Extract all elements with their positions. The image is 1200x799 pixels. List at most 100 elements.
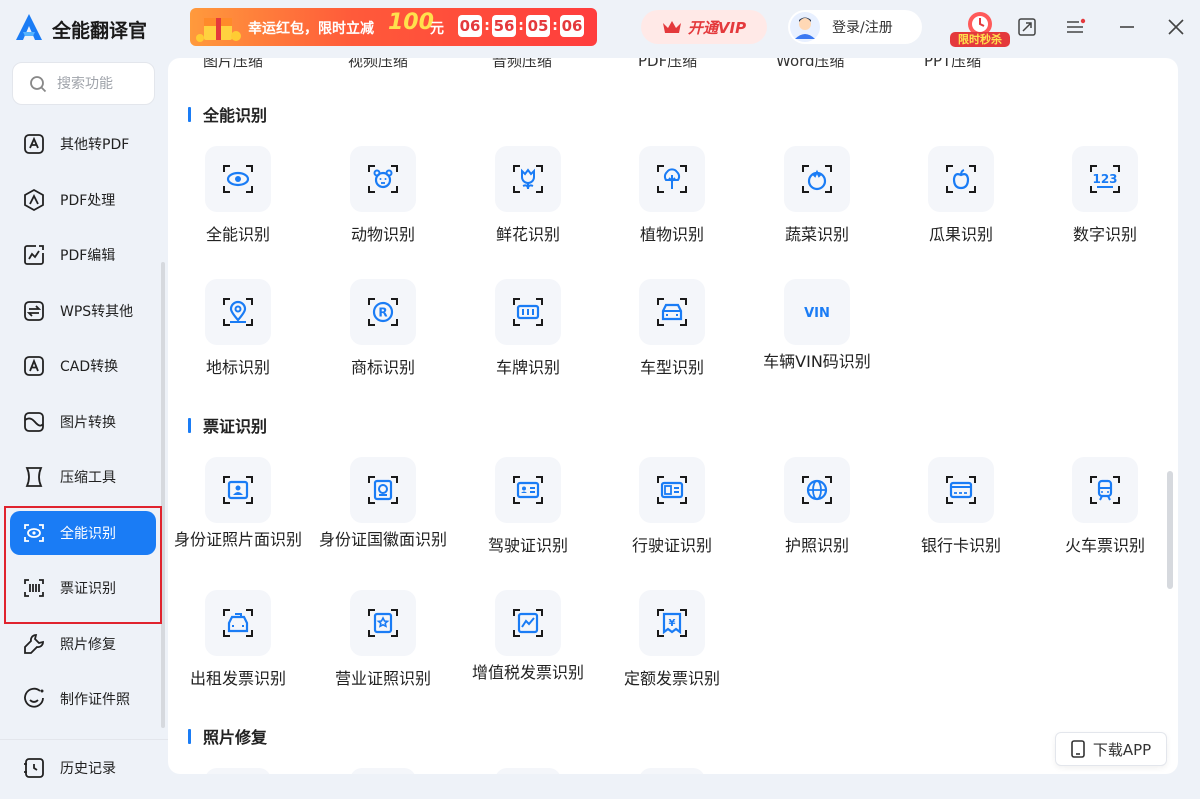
yuan-glyph: ¥ (669, 618, 676, 629)
vat-invoice-icon (513, 609, 543, 637)
red-envelope-icon (196, 18, 241, 42)
flash-sale-icon[interactable]: 限时秒杀 (948, 8, 1012, 48)
tool-plant-recognition[interactable]: 植物识别 (602, 146, 742, 245)
tool-business-license-recognition[interactable]: 营业证照识别 (313, 590, 453, 689)
tool-icon-partial[interactable] (639, 768, 705, 774)
tool-flower-recognition[interactable]: 鲜花识别 (458, 146, 598, 245)
tool-animal-recognition[interactable]: 动物识别 (313, 146, 453, 245)
tool-vat-invoice-recognition[interactable]: 增值税发票识别 (458, 590, 598, 683)
sidebar-divider (0, 739, 168, 740)
tool-label[interactable]: PDF压缩 (638, 58, 697, 71)
tool-train-ticket-recognition[interactable]: 火车票识别 (1035, 457, 1175, 556)
tool-taxi-invoice-recognition[interactable]: 出租发票识别 (168, 590, 308, 689)
menu-button[interactable] (1064, 16, 1086, 38)
tool-vehicle-license-recognition[interactable]: 行驶证识别 (602, 457, 742, 556)
digits-glyph: 123 (1092, 172, 1117, 186)
sidebar-item-label: 票证识别 (60, 581, 116, 597)
sidebar-item-pdf-process[interactable]: PDF处理 (10, 178, 156, 222)
sidebar-scrollbar[interactable] (161, 262, 165, 728)
smile-face-icon (24, 687, 44, 708)
sidebar-item-label: 照片修复 (60, 636, 116, 653)
tool-icon-partial[interactable] (495, 768, 561, 774)
tool-quota-invoice-recognition[interactable]: ¥ 定额发票识别 (602, 590, 742, 689)
vehicle-license-icon (657, 476, 687, 504)
sidebar-item-label: 全能识别 (60, 525, 116, 542)
trademark-icon: R (368, 298, 398, 326)
timer-frames: 06 (560, 15, 584, 37)
search-box[interactable] (12, 62, 155, 105)
location-icon (223, 298, 253, 326)
section-title-photo-repair: 照片修复 (188, 724, 267, 748)
sidebar-item-cad-convert[interactable]: CAD转换 (10, 344, 156, 388)
tool-license-plate-recognition[interactable]: 车牌识别 (458, 279, 598, 378)
promo-unit: 元 (430, 21, 444, 37)
tool-trademark-recognition[interactable]: R 商标识别 (313, 279, 453, 378)
search-input[interactable] (57, 75, 147, 92)
minimize-button[interactable] (1116, 16, 1138, 38)
minimize-icon (1120, 26, 1134, 28)
sidebar-item-photo-repair[interactable]: 照片修复 (10, 622, 156, 666)
promo-banner[interactable]: 幸运红包，限时立减 100 元 06 : 56 : 05 : 06 (190, 8, 597, 46)
sidebar-item-label: PDF处理 (60, 192, 116, 209)
wrench-icon (24, 633, 44, 654)
tool-car-model-recognition[interactable]: 车型识别 (602, 279, 742, 378)
cad-icon (24, 356, 44, 376)
download-app-button[interactable]: 下载APP (1055, 732, 1167, 766)
tool-label: 驾驶证识别 (487, 536, 568, 555)
tool-vegetable-recognition[interactable]: 蔬菜识别 (747, 146, 887, 245)
open-vip-button[interactable]: 开通VIP (641, 10, 767, 44)
tool-id-card-emblem-recognition[interactable]: 身份证国徽面识别 (313, 457, 453, 550)
mini-mode-button[interactable] (1016, 16, 1038, 38)
tool-passport-recognition[interactable]: 护照识别 (747, 457, 887, 556)
shrink-icon (1018, 18, 1036, 36)
vin-icon: VIN (804, 306, 830, 321)
tool-icon-partial[interactable] (205, 768, 271, 774)
sidebar-item-all-recognition[interactable]: 全能识别 (10, 510, 156, 555)
tool-digit-recognition[interactable]: 123 数字识别 (1035, 146, 1175, 245)
animal-icon (368, 165, 398, 193)
sidebar-item-wps-convert[interactable]: WPS转其他 (10, 289, 156, 333)
sidebar: 其他转PDF PDF处理 PDF编辑 WPS转其他 CAD转换 图片转换 压缩工… (0, 56, 168, 799)
tool-vin-recognition[interactable]: VIN 车辆VIN码识别 (747, 279, 887, 372)
login-register-button[interactable]: 登录/注册 (788, 10, 922, 44)
barcode-scan-icon (24, 579, 44, 597)
history-button[interactable]: 历史记录 (10, 746, 156, 790)
tool-label: 全能识别 (205, 225, 270, 244)
bank-card-icon (946, 476, 976, 504)
tool-label[interactable]: 视频压缩 (348, 58, 408, 71)
tool-landmark-recognition[interactable]: 地标识别 (168, 279, 308, 378)
tool-label: 鲜花识别 (495, 225, 560, 244)
tool-label[interactable]: PPT压缩 (924, 58, 981, 71)
main-scrollbar[interactable] (1167, 471, 1173, 589)
eye-icon (223, 165, 253, 193)
tool-label[interactable]: Word压缩 (776, 58, 845, 71)
tool-fruit-recognition[interactable]: 瓜果识别 (891, 146, 1031, 245)
tool-id-card-photo-recognition[interactable]: 身份证照片面识别 (168, 457, 308, 550)
timer-minutes: 56 (492, 15, 516, 37)
tool-driver-license-recognition[interactable]: 驾驶证识别 (458, 457, 598, 556)
driver-license-icon (513, 476, 543, 504)
sidebar-item-id-photo[interactable]: 制作证件照 (10, 677, 156, 721)
tool-label[interactable]: 图片压缩 (203, 58, 263, 71)
tool-all-recognition[interactable]: 全能识别 (168, 146, 308, 245)
sidebar-nav: 其他转PDF PDF处理 PDF编辑 WPS转其他 CAD转换 图片转换 压缩工… (10, 122, 156, 733)
menu-icon (1067, 18, 1086, 33)
sidebar-item-compress[interactable]: 压缩工具 (10, 455, 156, 499)
tool-label: 动物识别 (350, 225, 415, 244)
tool-label: 数字识别 (1072, 225, 1137, 244)
tool-label: 车牌识别 (495, 358, 560, 377)
tool-label: 车辆VIN码识别 (763, 352, 871, 371)
sidebar-item-image-convert[interactable]: 图片转换 (10, 400, 156, 444)
sidebar-item-label: 压缩工具 (60, 470, 116, 486)
quota-invoice-icon: ¥ (657, 609, 687, 637)
tool-icon-partial[interactable] (350, 768, 416, 774)
tool-label: 瓜果识别 (928, 225, 993, 244)
tool-label[interactable]: 音频压缩 (492, 58, 552, 71)
sidebar-item-pdf-edit[interactable]: PDF编辑 (10, 233, 156, 277)
download-app-label: 下载APP (1092, 740, 1152, 759)
tool-bank-card-recognition[interactable]: 银行卡识别 (891, 457, 1031, 556)
sidebar-item-ticket-recognition[interactable]: 票证识别 (10, 566, 156, 610)
sidebar-item-other-to-pdf[interactable]: 其他转PDF (10, 122, 156, 166)
close-button[interactable] (1165, 16, 1187, 38)
history-clock-icon (24, 758, 44, 778)
